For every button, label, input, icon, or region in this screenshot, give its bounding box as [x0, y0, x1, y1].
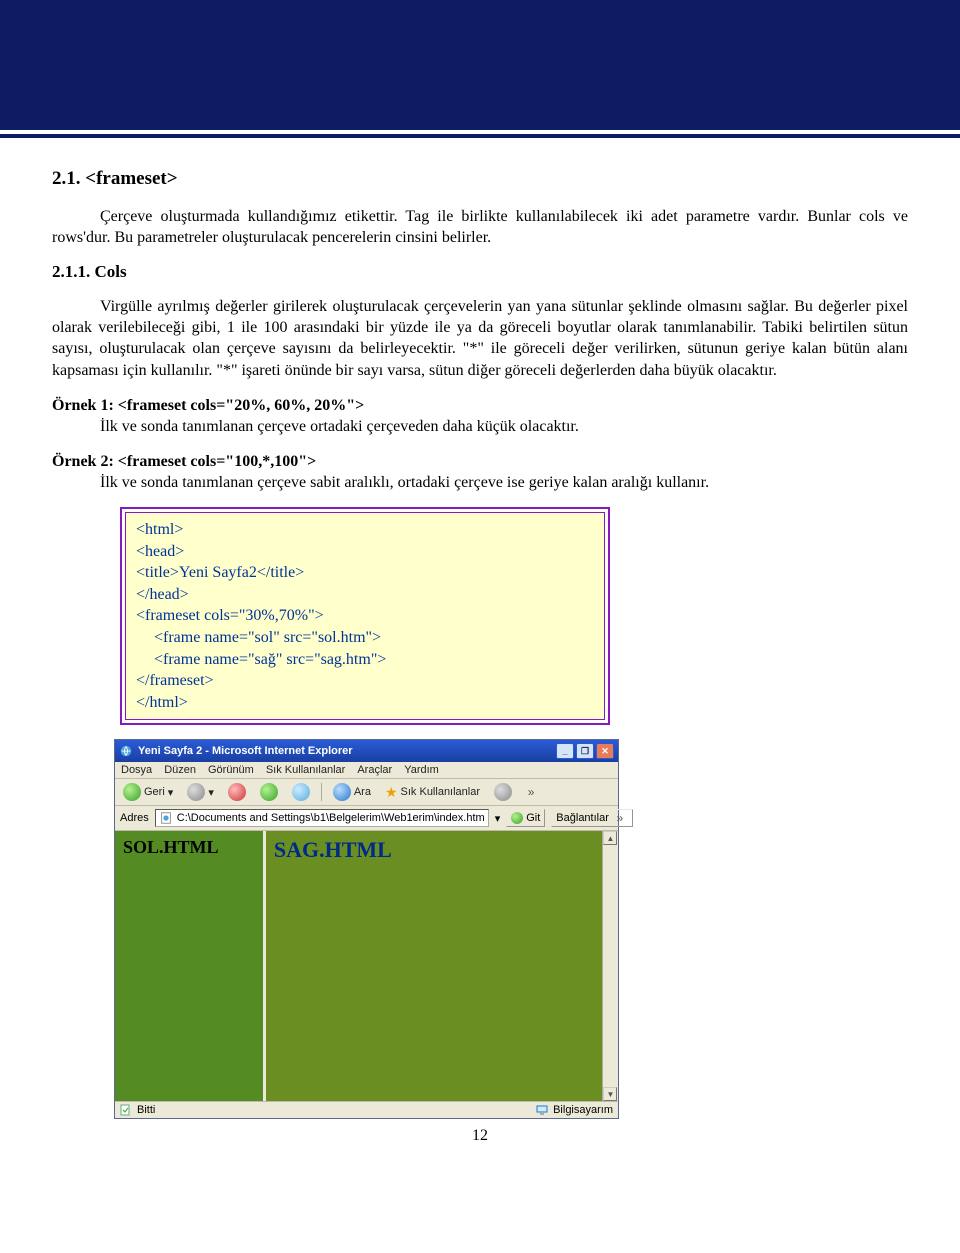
search-icon — [333, 783, 351, 801]
browser-titlebar[interactable]: Yeni Sayfa 2 - Microsoft Internet Explor… — [115, 740, 618, 762]
page-number: 12 — [52, 1127, 908, 1145]
address-bar: Adres C:\Documents and Settings\b1\Belge… — [115, 806, 618, 831]
refresh-icon — [260, 783, 278, 801]
star-icon: ★ — [385, 784, 398, 801]
section-heading: 2.1. <frameset> — [52, 168, 908, 190]
code-line: </html> — [136, 694, 188, 711]
page-icon — [159, 811, 173, 825]
browser-menubar: Dosya Düzen Görünüm Sık Kullanılanlar Ar… — [115, 762, 618, 779]
back-label: Geri — [144, 786, 165, 798]
go-button[interactable]: Git — [506, 809, 545, 827]
code-line: <frameset cols="30%,70%"> — [136, 607, 324, 624]
subsection-heading: 2.1.1. Cols — [52, 262, 908, 282]
scrollbar-vertical[interactable]: ▲ ▼ — [602, 831, 618, 1101]
example-2: Örnek 2: <frameset cols="100,*,100"> İlk… — [52, 451, 908, 493]
scroll-up-icon[interactable]: ▲ — [603, 831, 617, 845]
search-button[interactable]: Ara — [330, 782, 374, 802]
menu-favorites[interactable]: Sık Kullanılanlar — [266, 764, 346, 776]
home-icon — [292, 783, 310, 801]
toolbar-overflow-icon[interactable]: » — [523, 785, 539, 799]
example-1: Örnek 1: <frameset cols="20%, 60%, 20%">… — [52, 395, 908, 437]
dropdown-icon: ▾ — [208, 786, 214, 799]
code-line: <html> — [136, 521, 183, 538]
favorites-label: Sık Kullanılanlar — [401, 786, 481, 798]
dropdown-icon: ▾ — [168, 786, 174, 799]
search-label: Ara — [354, 786, 371, 798]
links-button[interactable]: Bağlantılar » — [551, 809, 633, 827]
refresh-button[interactable] — [257, 782, 281, 802]
computer-icon — [536, 1104, 548, 1116]
code-line: <title>Yeni Sayfa2</title> — [136, 564, 304, 581]
menu-help[interactable]: Yardım — [404, 764, 439, 776]
forward-icon — [187, 783, 205, 801]
section-title: <frameset> — [85, 168, 177, 189]
code-sample: <html> <head> <title>Yeni Sayfa2</title>… — [125, 512, 605, 720]
code-line: <head> — [136, 543, 184, 560]
example-2-desc-prefix: İlk ve sonda tanımlanan çerçeve sabit ar… — [100, 474, 652, 491]
scroll-down-icon[interactable]: ▼ — [603, 1087, 617, 1101]
browser-statusbar: Bitti Bilgisayarım — [115, 1101, 618, 1118]
example-1-code: <frameset cols="20%, 60%, 20%"> — [118, 397, 364, 414]
favorites-button[interactable]: ★ Sık Kullanılanlar — [382, 783, 483, 802]
document-body: 2.1. <frameset> Çerçeve oluşturmada kull… — [0, 138, 960, 1155]
header-band — [0, 0, 960, 130]
history-button[interactable] — [491, 782, 515, 802]
status-text: Bitti — [137, 1104, 155, 1116]
links-label: Bağlantılar — [556, 812, 609, 824]
example-2-code: <frameset cols="100,*,100"> — [118, 453, 316, 470]
back-icon — [123, 783, 141, 801]
frame-left-label: SOL.HTML — [123, 837, 219, 857]
example-2-label: Örnek 2: — [52, 453, 114, 470]
section-number: 2.1. — [52, 168, 81, 189]
browser-window: Yeni Sayfa 2 - Microsoft Internet Explor… — [114, 739, 619, 1119]
address-dropdown-icon[interactable]: ▾ — [495, 812, 501, 825]
home-button[interactable] — [289, 782, 313, 802]
code-sample-box: <html> <head> <title>Yeni Sayfa2</title>… — [120, 507, 610, 725]
subsection-title: Cols — [95, 262, 127, 281]
browser-toolbar: Geri ▾ ▾ Ara ★ Sık Kullanılanlar » — [115, 779, 618, 806]
window-controls: _ ❐ ✕ — [556, 743, 614, 759]
example-2-desc-trail: kullanır. — [656, 474, 709, 491]
address-input[interactable]: C:\Documents and Settings\b1\Belgelerim\… — [155, 809, 489, 827]
go-label: Git — [526, 812, 540, 824]
example-1-label: Örnek 1: — [52, 397, 114, 414]
frame-right: SAG.HTML ▲ ▼ — [266, 831, 618, 1101]
toolbar-separator — [321, 783, 322, 801]
history-icon — [494, 783, 512, 801]
browser-viewport: SOL.HTML SAG.HTML ▲ ▼ — [115, 831, 618, 1101]
menu-tools[interactable]: Araçlar — [357, 764, 392, 776]
address-value: C:\Documents and Settings\b1\Belgelerim\… — [177, 812, 485, 824]
stop-icon — [228, 783, 246, 801]
code-line: <frame name="sol" src="sol.htm"> — [154, 627, 594, 649]
frame-left: SOL.HTML — [115, 831, 266, 1101]
close-button[interactable]: ✕ — [596, 743, 614, 759]
frame-right-label: SAG.HTML — [274, 837, 392, 862]
code-line: <frame name="sağ" src="sag.htm"> — [154, 649, 594, 671]
example-1-desc: İlk ve sonda tanımlanan çerçeve ortadaki… — [100, 418, 579, 435]
subsection-body: Virgülle ayrılmış değerler girilerek olu… — [52, 296, 908, 380]
minimize-button[interactable]: _ — [556, 743, 574, 759]
menu-edit[interactable]: Düzen — [164, 764, 196, 776]
subsection-number: 2.1.1. — [52, 262, 90, 281]
forward-button[interactable]: ▾ — [184, 782, 217, 802]
ie-icon — [119, 744, 133, 758]
links-overflow-icon: » — [612, 811, 628, 825]
menu-view[interactable]: Görünüm — [208, 764, 254, 776]
address-label: Adres — [120, 812, 149, 824]
menu-file[interactable]: Dosya — [121, 764, 152, 776]
stop-button[interactable] — [225, 782, 249, 802]
status-zone: Bilgisayarım — [553, 1104, 613, 1116]
status-done-icon — [120, 1104, 132, 1116]
browser-title: Yeni Sayfa 2 - Microsoft Internet Explor… — [138, 745, 353, 757]
back-button[interactable]: Geri ▾ — [120, 782, 176, 802]
go-icon — [511, 812, 523, 824]
maximize-button[interactable]: ❐ — [576, 743, 594, 759]
code-line: </frameset> — [136, 672, 214, 689]
code-line: </head> — [136, 586, 189, 603]
section-intro: Çerçeve oluşturmada kullandığımız etiket… — [52, 206, 908, 248]
